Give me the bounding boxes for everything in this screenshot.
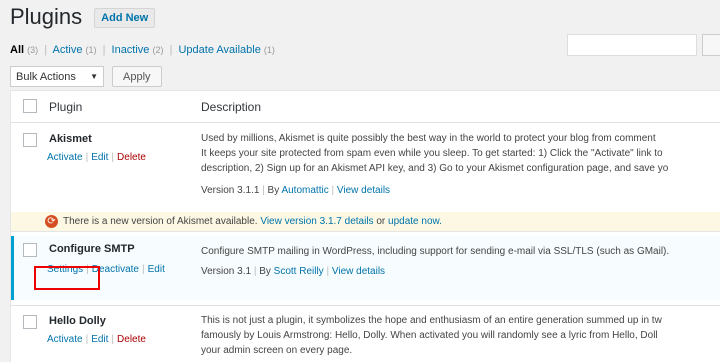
plugin-description: This is not just a plugin, it symbolizes…	[201, 313, 662, 358]
activate-link[interactable]: Activate	[47, 152, 83, 163]
edit-link[interactable]: Edit	[91, 152, 108, 163]
meta-separator: |	[326, 266, 330, 277]
row-checkbox[interactable]	[23, 315, 37, 329]
table-row: Configure SMTP Settings | Deactivate | Edit …	[11, 236, 720, 300]
edit-link[interactable]: Edit	[91, 334, 108, 345]
edit-link[interactable]: Edit	[148, 264, 165, 275]
plugin-meta: Version 3.1.1 | By Automattic | View det…	[201, 185, 390, 196]
bulk-actions-select[interactable]: Bulk Actions ▼	[10, 66, 104, 87]
meta-separator: |	[253, 266, 257, 277]
update-icon: ⟳	[45, 215, 58, 228]
filter-separator: |	[44, 44, 48, 56]
author-link[interactable]: Scott Reilly	[274, 266, 324, 277]
by-label: By	[259, 266, 271, 277]
filter-separator: |	[102, 44, 106, 56]
plugin-name: Hello Dolly	[49, 315, 106, 327]
update-message: There is a new version of Akismet availa…	[63, 216, 258, 227]
filter-update-available-count: (1)	[263, 45, 275, 55]
delete-link[interactable]: Delete	[117, 334, 146, 345]
by-label: By	[267, 185, 280, 196]
filter-update-available[interactable]: Update Available	[178, 44, 260, 56]
description-line: Configure SMTP mailing in WordPress, inc…	[201, 246, 670, 257]
plugin-name: Akismet	[49, 133, 92, 145]
plugins-table: Plugin Description Akismet Activate | Edit…	[10, 90, 720, 362]
filter-active-count: (1)	[85, 45, 97, 55]
update-or: or	[376, 216, 386, 227]
row-actions: Activate | Edit | Delete	[47, 152, 146, 163]
description-line: It keeps your site protected from spam e…	[201, 148, 663, 159]
filter-inactive-count: (2)	[152, 45, 164, 55]
row-checkbox[interactable]	[23, 133, 37, 147]
plugin-description: Used by millions, Akismet is quite possi…	[201, 131, 668, 176]
settings-highlight-box	[34, 266, 100, 290]
plugin-description: Configure SMTP mailing in WordPress, inc…	[201, 244, 669, 259]
description-line: This is not just a plugin, it symbolizes…	[201, 315, 662, 326]
page-title: Plugins	[10, 4, 83, 29]
title-row: Plugins Add New	[10, 4, 156, 30]
select-all-checkbox[interactable]	[23, 99, 37, 113]
view-version-details-link[interactable]: View version 3.1.7 details	[260, 216, 373, 227]
row-checkbox[interactable]	[23, 243, 37, 257]
plugin-meta: Version 3.1 | By Scott Reilly | View det…	[201, 266, 385, 277]
plugin-version: Version 3.1	[201, 266, 252, 277]
delete-link[interactable]: Delete	[117, 152, 146, 163]
filter-all-count: (3)	[27, 45, 39, 55]
apply-button[interactable]: Apply	[112, 66, 162, 87]
description-line: description, 2) Sign up for an Akismet A…	[201, 163, 669, 174]
description-line: your admin screen on every page.	[201, 345, 353, 356]
add-new-button[interactable]: Add New	[94, 8, 156, 28]
column-plugin: Plugin	[49, 100, 83, 114]
bulk-actions-row: Bulk Actions ▼ Apply	[10, 66, 162, 87]
action-separator: |	[85, 152, 89, 163]
action-separator: |	[85, 334, 89, 345]
search-plugins-button[interactable]	[702, 34, 720, 56]
plugin-version: Version 3.1.1	[201, 185, 260, 196]
plugin-status-filters: All (3) | Active (1) | Inactive (2) | Up…	[10, 44, 275, 56]
view-details-link[interactable]: View details	[337, 185, 390, 196]
filter-inactive[interactable]: Inactive	[112, 44, 150, 56]
search-plugins-input[interactable]	[567, 34, 697, 56]
description-line: famously by Louis Armstrong: Hello, Doll…	[201, 330, 658, 341]
update-notice: ⟳ There is a new version of Akismet avai…	[11, 212, 720, 232]
bulk-actions-value: Bulk Actions	[16, 70, 76, 83]
action-separator: |	[142, 264, 145, 275]
table-header: Plugin Description	[11, 91, 720, 123]
view-details-link[interactable]: View details	[332, 266, 385, 277]
description-line: Used by millions, Akismet is quite possi…	[201, 133, 656, 144]
column-description: Description	[201, 100, 262, 114]
filter-all[interactable]: All	[10, 44, 24, 56]
table-row: Hello Dolly Activate | Edit | Delete This is…	[11, 305, 720, 362]
row-actions: Activate | Edit | Delete	[47, 334, 146, 345]
activate-link[interactable]: Activate	[47, 334, 83, 345]
author-link[interactable]: Automattic	[281, 185, 328, 196]
update-notice-text: There is a new version of Akismet availa…	[63, 216, 442, 227]
action-separator: |	[111, 152, 115, 163]
filter-active[interactable]: Active	[53, 44, 83, 56]
action-separator: |	[111, 334, 115, 345]
filter-separator: |	[169, 44, 173, 56]
meta-separator: |	[262, 185, 265, 196]
plugin-name: Configure SMTP	[49, 243, 135, 255]
chevron-down-icon: ▼	[90, 72, 98, 81]
meta-separator: |	[331, 185, 335, 196]
update-now-link[interactable]: update now.	[388, 216, 442, 227]
